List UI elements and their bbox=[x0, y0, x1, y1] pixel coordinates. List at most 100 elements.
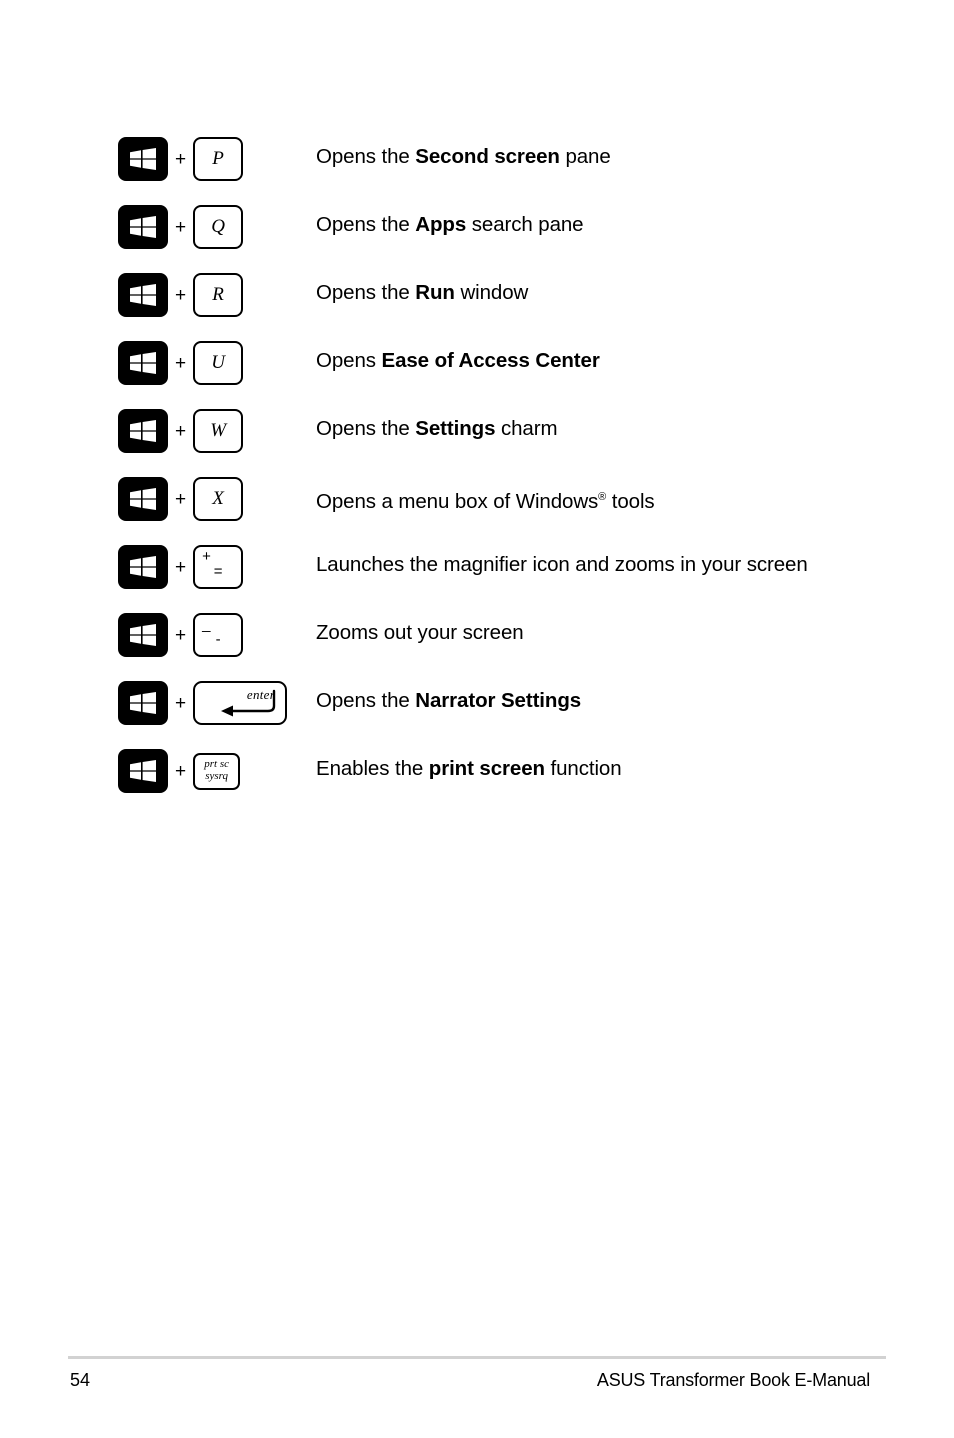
key-combination: + _ - bbox=[118, 601, 316, 669]
table-row: + X Opens a menu box of Windows® tools bbox=[118, 465, 878, 533]
letter-key: U bbox=[193, 341, 244, 385]
plus-symbol: + bbox=[175, 216, 187, 238]
windows-key-icon bbox=[118, 477, 168, 521]
shortcut-description: Opens the Apps search pane bbox=[316, 193, 584, 241]
description-suffix: charm bbox=[495, 417, 558, 440]
key-combination: + W bbox=[118, 397, 316, 465]
windows-key-icon bbox=[118, 409, 168, 453]
key-combination: + prt sc sysrq bbox=[118, 737, 316, 805]
plus-symbol: + bbox=[175, 624, 187, 646]
key-label: Q bbox=[211, 216, 225, 237]
table-row: + enter Opens the Narrator Settings bbox=[118, 669, 878, 737]
plus-symbol: + bbox=[175, 760, 187, 782]
shortcut-description: Enables the print screen function bbox=[316, 737, 622, 785]
letter-key: W bbox=[193, 409, 244, 453]
footer-divider bbox=[68, 1356, 886, 1359]
enter-arrow-icon: enter bbox=[217, 686, 279, 718]
description-bold: Ease of Access Center bbox=[381, 349, 600, 372]
letter-key: Q bbox=[193, 205, 244, 249]
plus-symbol: + bbox=[175, 488, 187, 510]
description-prefix: Opens the bbox=[316, 689, 416, 712]
description-bold: Apps bbox=[415, 213, 467, 236]
table-row: + _ - Zooms out your screen bbox=[118, 601, 878, 669]
key-combination: + + = bbox=[118, 533, 316, 601]
table-row: + + = Launches the magnifier icon and zo… bbox=[118, 533, 878, 601]
description-prefix: Opens bbox=[316, 349, 382, 372]
description-bold: Settings bbox=[415, 417, 496, 440]
plus-symbol: + bbox=[175, 692, 187, 714]
letter-key: P bbox=[193, 137, 244, 181]
shortcut-description: Opens the Run window bbox=[316, 261, 528, 309]
plus-symbol: + bbox=[175, 556, 187, 578]
description-suffix: tools bbox=[606, 489, 655, 513]
page-footer: 54 ASUS Transformer Book E-Manual bbox=[68, 1356, 886, 1400]
key-combination: + U bbox=[118, 329, 316, 397]
shortcut-description: Opens the Narrator Settings bbox=[316, 669, 581, 717]
windows-key-icon bbox=[118, 137, 168, 181]
key-label: X bbox=[212, 488, 224, 509]
windows-key-icon bbox=[118, 545, 168, 589]
table-row: + R Opens the Run window bbox=[118, 261, 878, 329]
plus-equals-key: + = bbox=[193, 545, 244, 589]
table-row: + U Opens Ease of Access Center bbox=[118, 329, 878, 397]
windows-key-icon bbox=[118, 681, 168, 725]
description-prefix: Opens the bbox=[316, 145, 416, 168]
key-label: P bbox=[212, 148, 224, 169]
shortcut-description: Launches the magnifier icon and zooms in… bbox=[316, 553, 808, 576]
description-prefix: Enables the bbox=[316, 757, 429, 780]
shortcut-description: Zooms out your screen bbox=[316, 621, 524, 644]
description-suffix: pane bbox=[559, 145, 611, 168]
enter-key: enter bbox=[193, 681, 288, 725]
description-bold: Run bbox=[415, 281, 455, 304]
shortcut-description: Opens Ease of Access Center bbox=[316, 329, 600, 377]
page-number: 54 bbox=[70, 1370, 91, 1390]
manual-page: + P Opens the Second screen pane + Q Ope… bbox=[0, 0, 954, 1438]
description-suffix: window bbox=[454, 281, 529, 304]
windows-key-icon bbox=[118, 205, 168, 249]
key-label-line2: sysrq bbox=[205, 770, 229, 782]
table-row: + prt sc sysrq Enables the print screen … bbox=[118, 737, 878, 805]
description-prefix: Opens the bbox=[316, 281, 416, 304]
key-combination: + Q bbox=[118, 193, 316, 261]
footer-title: ASUS Transformer Book E-Manual bbox=[596, 1370, 870, 1390]
key-shift-label: + bbox=[202, 548, 211, 565]
key-label: W bbox=[210, 420, 227, 441]
key-combination: + enter bbox=[118, 669, 316, 737]
description-prefix: Opens the bbox=[316, 417, 416, 440]
key-shift-label: _ bbox=[202, 616, 211, 633]
windows-key-icon bbox=[118, 613, 168, 657]
key-combination: + P bbox=[118, 125, 316, 193]
key-combination: + R bbox=[118, 261, 316, 329]
registered-mark: ® bbox=[598, 491, 607, 503]
plus-symbol: + bbox=[175, 420, 187, 442]
description-bold: Narrator Settings bbox=[415, 689, 582, 712]
key-label: = bbox=[213, 563, 223, 580]
underscore-minus-key: _ - bbox=[193, 613, 244, 657]
key-label: R bbox=[212, 284, 224, 305]
letter-key: R bbox=[193, 273, 244, 317]
key-label: - bbox=[215, 631, 221, 648]
keyboard-shortcut-table: + P Opens the Second screen pane + Q Ope… bbox=[118, 125, 878, 805]
letter-key: X bbox=[193, 477, 244, 521]
key-label: U bbox=[211, 352, 225, 373]
description-bold: Second screen bbox=[415, 145, 560, 168]
table-row: + Q Opens the Apps search pane bbox=[118, 193, 878, 261]
windows-key-icon bbox=[118, 341, 168, 385]
description-suffix: search pane bbox=[466, 213, 584, 236]
key-combination: + X bbox=[118, 465, 316, 533]
table-row: + W Opens the Settings charm bbox=[118, 397, 878, 465]
table-row: + P Opens the Second screen pane bbox=[118, 125, 878, 193]
description-prefix: Opens the bbox=[316, 213, 416, 236]
description-suffix: function bbox=[544, 757, 622, 780]
windows-key-icon bbox=[118, 273, 168, 317]
shortcut-description: Opens a menu box of Windows® tools bbox=[316, 465, 655, 518]
windows-key-icon bbox=[118, 749, 168, 793]
print-screen-key: prt sc sysrq bbox=[193, 752, 241, 790]
description-prefix: Opens a menu box of Windows bbox=[316, 489, 599, 513]
key-label: enter bbox=[246, 687, 276, 702]
shortcut-description: Opens the Second screen pane bbox=[316, 125, 611, 173]
plus-symbol: + bbox=[175, 352, 187, 374]
shortcut-description: Opens the Settings charm bbox=[316, 397, 558, 445]
plus-symbol: + bbox=[175, 284, 187, 306]
plus-symbol: + bbox=[175, 148, 187, 170]
